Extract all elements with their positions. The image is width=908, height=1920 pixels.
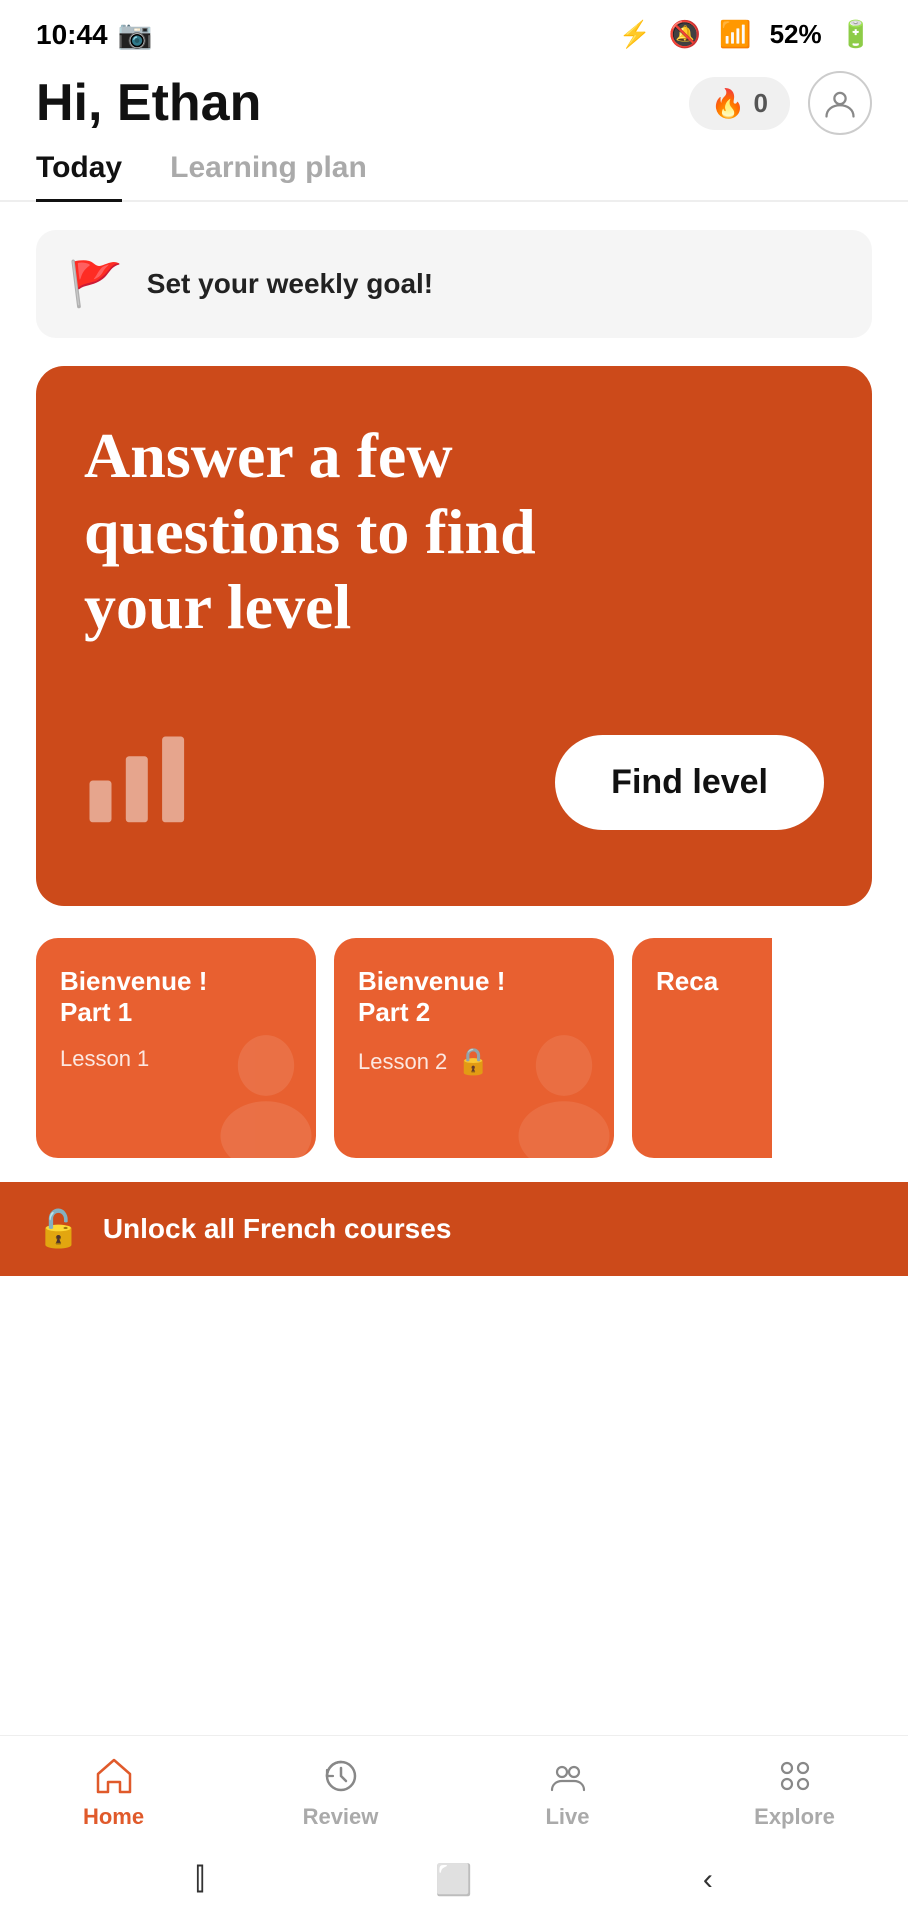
unlock-icon: 🔓 <box>36 1208 81 1250</box>
lesson-title-1: Bienvenue ! Part 1 <box>60 966 220 1028</box>
streak-count: 0 <box>754 88 768 119</box>
lock-icon: 🔒 <box>457 1046 489 1077</box>
avatar-silhouette-2 <box>504 1033 614 1158</box>
camera-icon: 📷 <box>118 18 153 51</box>
tab-learning-plan[interactable]: Learning plan <box>170 151 367 202</box>
bottom-nav: Home Review Live Explore <box>0 1735 908 1840</box>
avatar-silhouette-1 <box>206 1033 316 1158</box>
nav-live[interactable]: Live <box>454 1754 681 1830</box>
battery-icon: 🔋 <box>840 19 872 50</box>
time-display: 10:44 <box>36 19 108 51</box>
greeting-text: Hi, Ethan <box>36 73 261 133</box>
bluetooth-icon: ⚡ <box>618 19 650 50</box>
status-icons: ⚡ 🔕 📶 52% 🔋 <box>618 19 872 50</box>
chart-icon <box>84 725 194 830</box>
lesson-card-1[interactable]: Bienvenue ! Part 1 Lesson 1 <box>36 938 316 1158</box>
header: Hi, Ethan 🔥 0 <box>0 61 908 151</box>
nav-home[interactable]: Home <box>0 1754 227 1830</box>
streak-badge[interactable]: 🔥 0 <box>689 77 790 130</box>
header-right: 🔥 0 <box>689 71 872 135</box>
flag-icon: 🚩 <box>68 258 123 310</box>
nav-explore-label: Explore <box>754 1804 835 1830</box>
lesson-title-3: Reca <box>656 966 748 997</box>
profile-avatar[interactable] <box>808 71 872 135</box>
unlock-text: Unlock all French courses <box>103 1213 452 1245</box>
nav-home-label: Home <box>83 1804 144 1830</box>
goal-banner[interactable]: 🚩 Set your weekly goal! <box>36 230 872 338</box>
battery-display: 52% <box>770 19 822 50</box>
nav-explore[interactable]: Explore <box>681 1754 908 1830</box>
sound-off-icon: 🔕 <box>669 19 701 50</box>
goal-text: Set your weekly goal! <box>147 268 433 300</box>
tabs-container: Today Learning plan <box>0 151 908 202</box>
lesson-card-2[interactable]: Bienvenue ! Part 2 Lesson 2 🔒 <box>334 938 614 1158</box>
hero-card[interactable]: Answer a few questions to find your leve… <box>36 366 872 906</box>
back-button[interactable]: ‹ <box>703 1863 713 1897</box>
nav-live-label: Live <box>545 1804 589 1830</box>
lesson-title-2: Bienvenue ! Part 2 <box>358 966 518 1028</box>
recent-apps-button[interactable]: ⫿ <box>195 1863 205 1897</box>
nav-review-label: Review <box>303 1804 379 1830</box>
hero-title: Answer a few questions to find your leve… <box>84 418 644 645</box>
nav-review[interactable]: Review <box>227 1754 454 1830</box>
unlock-bar[interactable]: 🔓 Unlock all French courses <box>0 1182 908 1276</box>
wifi-icon: 📶 <box>719 19 751 50</box>
home-button[interactable]: ⬜ <box>435 1863 472 1898</box>
status-time: 10:44 📷 <box>36 18 153 51</box>
flame-icon: 🔥 <box>711 87 746 120</box>
system-nav: ⫿ ⬜ ‹ <box>0 1840 908 1920</box>
status-bar: 10:44 📷 ⚡ 🔕 📶 52% 🔋 <box>0 0 908 61</box>
hero-card-bottom: Find level <box>84 725 824 830</box>
tab-today[interactable]: Today <box>36 151 122 202</box>
lesson-card-3[interactable]: Reca <box>632 938 772 1158</box>
lessons-row: Bienvenue ! Part 1 Lesson 1 Bienvenue ! … <box>0 938 908 1158</box>
find-level-button[interactable]: Find level <box>555 735 824 830</box>
